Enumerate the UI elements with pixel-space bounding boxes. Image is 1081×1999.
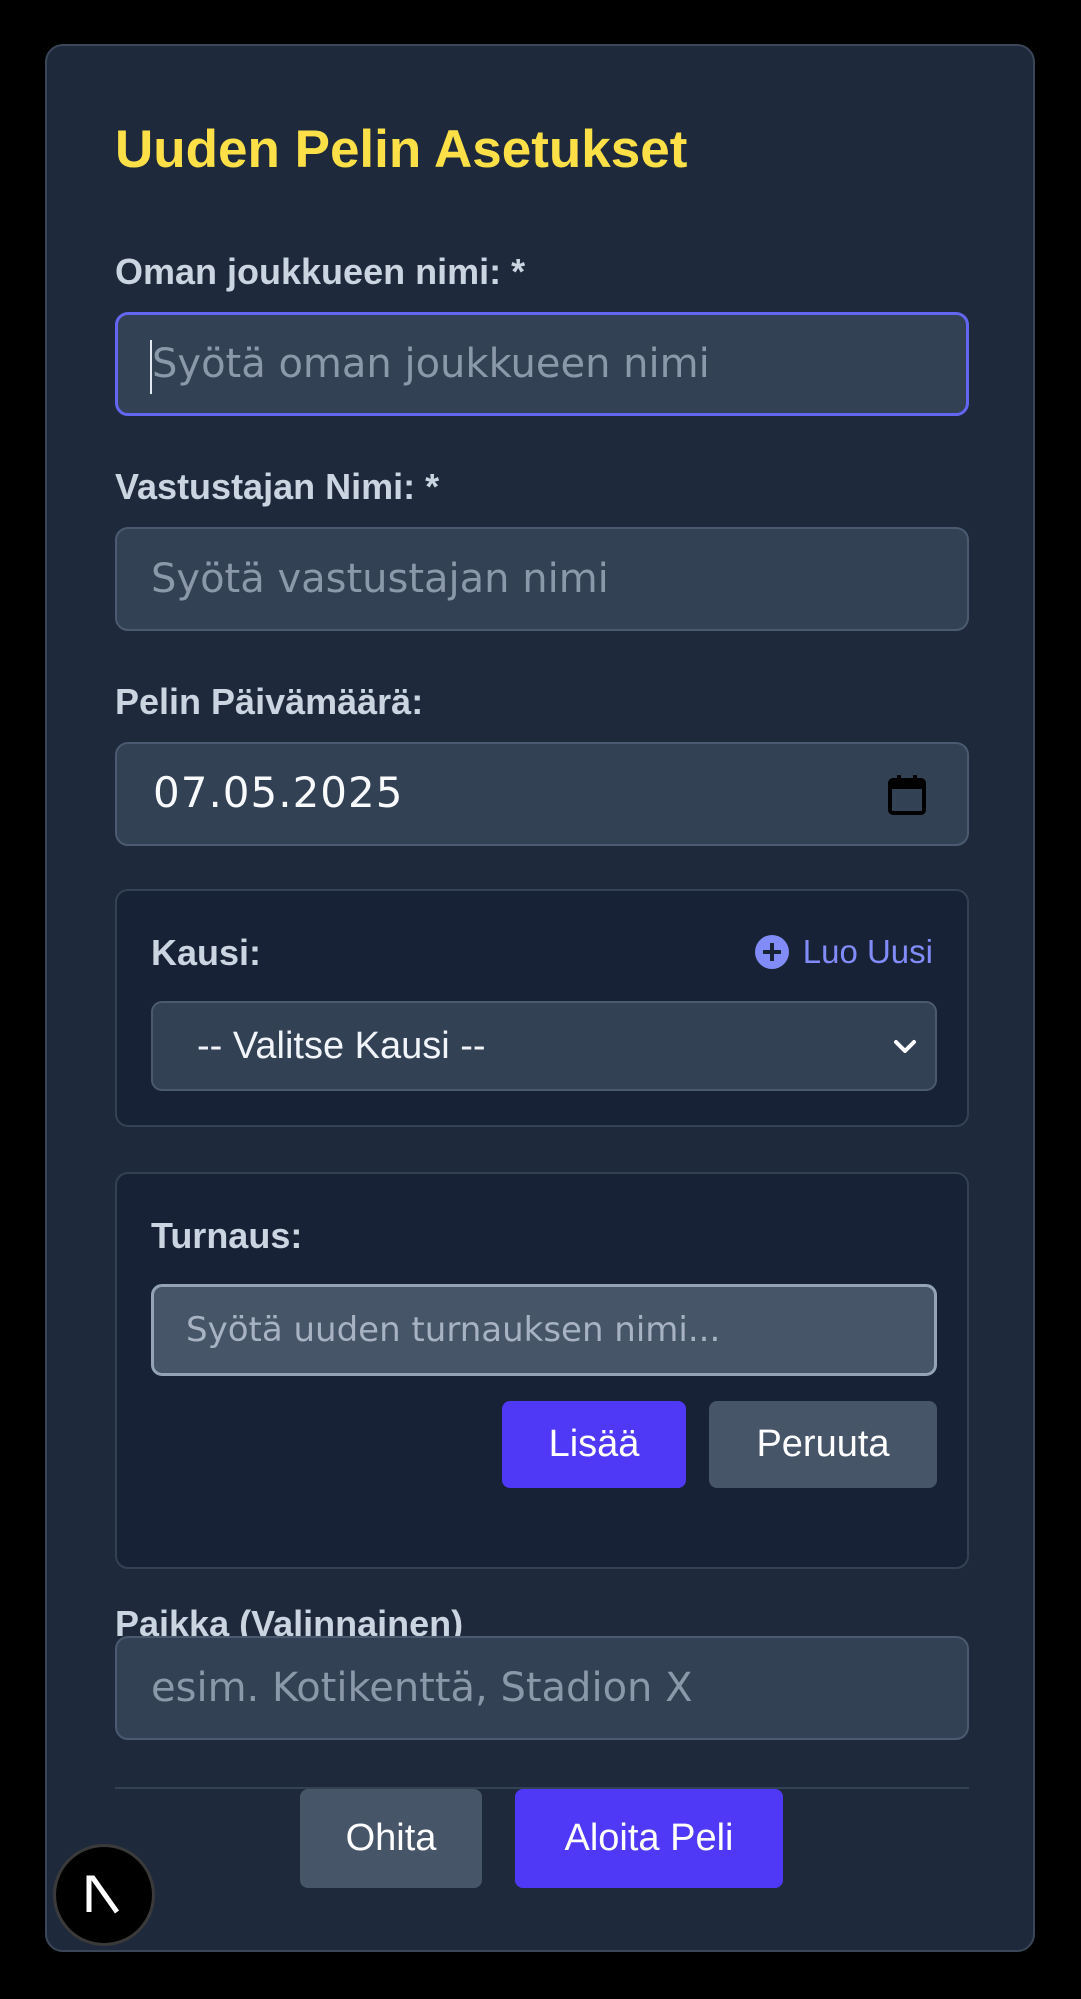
calendar-icon[interactable]: [887, 774, 927, 816]
plus-circle-icon: [754, 935, 789, 969]
tournament-label: Turnaus:: [151, 1215, 303, 1256]
opponent-name-input[interactable]: [115, 527, 969, 631]
season-panel: Kausi: Luo Uusi -- Valitse Kausi --: [115, 889, 969, 1127]
game-date-input[interactable]: 07.05.2025: [115, 742, 969, 846]
text-caret: [150, 340, 152, 394]
game-date-value[interactable]: 07.05.2025: [153, 768, 403, 817]
nextjs-badge[interactable]: [53, 1844, 155, 1946]
nextjs-logo-icon: [86, 1875, 120, 1914]
cancel-tournament-button[interactable]: Peruuta: [709, 1401, 937, 1488]
skip-button[interactable]: Ohita: [300, 1789, 482, 1888]
create-season-label: Luo Uusi: [802, 933, 933, 970]
season-label: Kausi:: [151, 932, 262, 973]
tournament-panel: Turnaus: Lisää Peruuta: [115, 1172, 969, 1569]
season-select[interactable]: -- Valitse Kausi --: [151, 1001, 937, 1091]
create-season-link[interactable]: Luo Uusi: [754, 933, 933, 971]
team-name-label: Oman joukkueen nimi: *: [115, 251, 526, 292]
tournament-name-input[interactable]: [151, 1284, 937, 1376]
team-name-input[interactable]: [115, 312, 969, 416]
opponent-name-label: Vastustajan Nimi: *: [115, 466, 440, 507]
new-game-settings-modal: Uuden Pelin Asetukset Oman joukkueen nim…: [45, 44, 1035, 1952]
modal-title: Uuden Pelin Asetukset: [115, 120, 688, 179]
add-tournament-button[interactable]: Lisää: [502, 1401, 686, 1488]
game-date-label: Pelin Päivämäärä:: [115, 681, 424, 722]
season-select-value: -- Valitse Kausi --: [197, 1025, 486, 1067]
location-input[interactable]: [115, 1636, 969, 1740]
chevron-down-icon: [894, 1040, 916, 1053]
start-game-button[interactable]: Aloita Peli: [515, 1789, 783, 1888]
